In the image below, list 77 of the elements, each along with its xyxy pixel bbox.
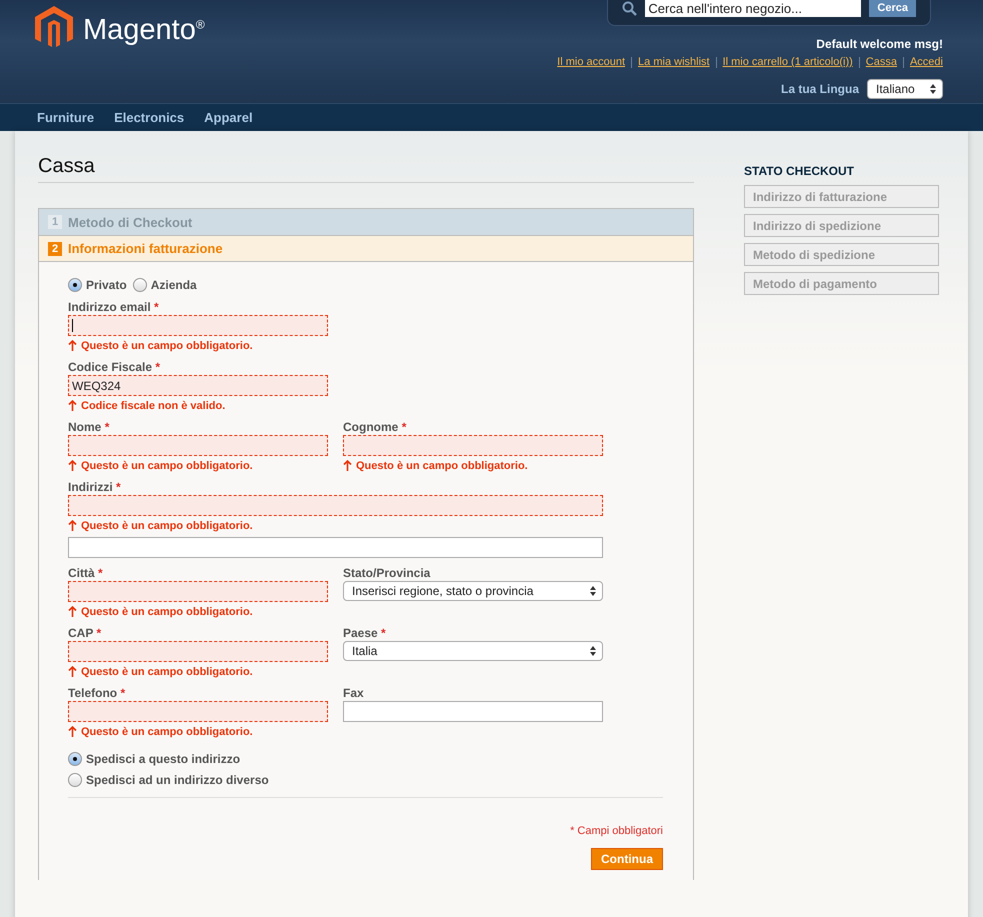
caret-icon (930, 84, 936, 94)
nav-item[interactable]: Electronics (114, 110, 184, 125)
up-arrow-icon (68, 606, 77, 617)
progress-item: Metodo di pagamento (744, 272, 939, 295)
header-link[interactable]: La mia wishlist (638, 56, 710, 68)
field-label: Cognome * (343, 420, 408, 435)
error-message: Questo è un campo obbligatorio. (81, 606, 253, 618)
up-arrow-icon (68, 726, 77, 737)
logo-text: Magento$^{®}$ (83, 14, 205, 47)
progress-item: Metodo di spedizione (744, 243, 939, 266)
search-icon (622, 0, 638, 16)
logo-icon (35, 6, 73, 50)
step-number: 2 (48, 242, 62, 256)
input-field[interactable] (68, 435, 328, 456)
error-message: Questo è un campo obbligatorio. (81, 520, 253, 532)
field-label: Indirizzi * (68, 480, 122, 495)
radio-button[interactable] (68, 752, 82, 766)
select-field[interactable]: Italia (343, 641, 603, 661)
input-field[interactable] (68, 537, 603, 558)
select-field[interactable]: Inserisci regione, stato o provincia (343, 581, 603, 601)
input-field[interactable] (343, 435, 603, 456)
field-label: Telefono * (68, 686, 126, 701)
radio-label: Azienda (150, 278, 197, 292)
page-title: Cassa (38, 155, 694, 183)
required-note: * Campi obbligatori (570, 825, 663, 837)
input-field[interactable] (68, 315, 328, 336)
input-field[interactable] (68, 701, 328, 722)
header-link[interactable]: Il mio account (557, 56, 626, 68)
radio-button[interactable] (68, 278, 82, 292)
radio-label: Privato (86, 278, 127, 292)
input-field[interactable] (68, 581, 328, 602)
language-select[interactable]: Italiano (867, 79, 943, 99)
error-message: Questo è un campo obbligatorio. (81, 340, 253, 352)
radio-button[interactable] (68, 773, 82, 787)
step-title: Metodo di Checkout (68, 214, 192, 230)
up-arrow-icon (343, 460, 352, 471)
search-field[interactable]: Cerca nell'intero negozio... (645, 0, 862, 17)
radio-label: Spedisci ad un indirizzo diverso (86, 773, 269, 787)
up-arrow-icon (68, 460, 77, 471)
field-label: Stato/Provincia (343, 566, 432, 581)
field-label: Nome * (68, 420, 110, 435)
radio-label: Spedisci a questo indirizzo (86, 752, 240, 766)
search-button[interactable]: Cerca (869, 0, 916, 17)
input-field[interactable] (68, 495, 603, 516)
header-link[interactable]: Accedi (910, 56, 943, 68)
field-label: Fax (343, 686, 365, 701)
caret-icon (590, 586, 596, 596)
header-link[interactable]: Il mio carrello (1 articolo(i)) (722, 56, 853, 68)
field-label: Città * (68, 566, 104, 581)
up-arrow-icon (68, 400, 77, 411)
header-link[interactable]: Cassa (866, 56, 897, 68)
input-field[interactable] (68, 641, 328, 662)
nav-item[interactable]: Furniture (37, 110, 94, 125)
error-message: Codice fiscale non è valido. (81, 400, 226, 412)
radio-button[interactable] (132, 278, 147, 292)
up-arrow-icon (68, 666, 77, 677)
input-field[interactable]: WEQ324 (68, 375, 328, 396)
sidebar-title: STATO CHECKOUT (744, 164, 855, 178)
language-label: La tua Lingua (781, 82, 859, 96)
up-arrow-icon (68, 340, 77, 351)
caret-icon (590, 646, 596, 656)
field-label: Codice Fiscale * (68, 360, 162, 375)
welcome-message: Default welcome msg! (816, 37, 943, 51)
error-message: Questo è un campo obbligatorio. (81, 726, 253, 738)
up-arrow-icon (68, 520, 77, 531)
nav-item[interactable]: Apparel (204, 110, 253, 125)
step-number: 1 (48, 215, 62, 229)
field-label: CAP * (68, 626, 102, 641)
field-label: Indirizzo email * (68, 300, 160, 315)
error-message: Questo è un campo obbligatorio. (81, 460, 253, 472)
input-field[interactable] (343, 701, 603, 722)
progress-item: Indirizzo di fatturazione (744, 185, 939, 208)
error-message: Questo è un campo obbligatorio. (356, 460, 528, 472)
field-label: Paese * (343, 626, 387, 641)
progress-item: Indirizzo di spedizione (744, 214, 939, 237)
error-message: Questo è un campo obbligatorio. (81, 666, 253, 678)
step-title: Informazioni fatturazione (68, 241, 223, 256)
